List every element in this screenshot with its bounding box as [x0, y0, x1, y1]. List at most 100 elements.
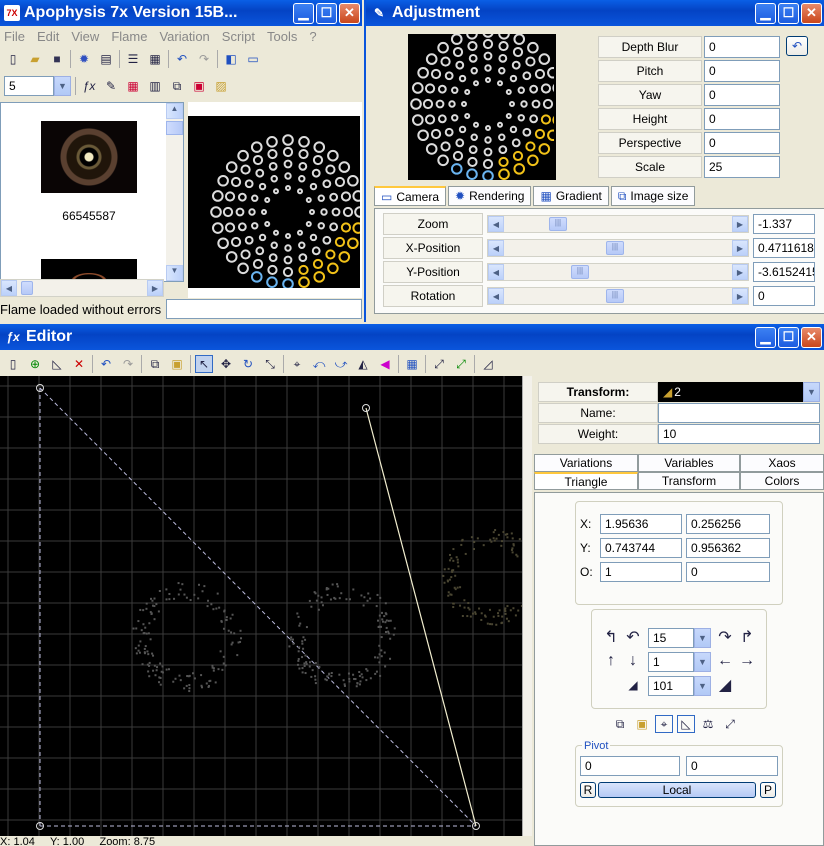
menu-item-4[interactable]: Variation [159, 29, 209, 44]
adj-close-button[interactable]: ✕ [801, 3, 822, 24]
new-transform-icon[interactable]: ▯ [4, 355, 22, 373]
palette-icon[interactable]: ▦ [124, 77, 142, 95]
coord-a-field[interactable]: 1.95636 [600, 514, 682, 534]
duplicate-transform-icon[interactable]: ◺ [48, 355, 66, 373]
paste-icon[interactable]: ▣ [168, 355, 186, 373]
open-folder-icon[interactable]: ▰ [26, 50, 44, 68]
slider-track[interactable]: ◀ ||| ▶ [487, 239, 749, 257]
scale-combo[interactable]: 101 ▼ [648, 676, 711, 696]
tab-colors[interactable]: Colors [740, 472, 824, 490]
slider-track[interactable]: ◀ ||| ▶ [487, 287, 749, 305]
chevron-down-icon[interactable]: ▼ [54, 76, 71, 96]
arrow-right-icon[interactable]: → [738, 652, 756, 670]
arrow-right-icon[interactable]: ▶ [732, 264, 748, 280]
rotate-ccw-icon[interactable]: ↶ [624, 628, 642, 646]
adjust-icon[interactable]: ▥ [146, 77, 164, 95]
menu-item-3[interactable]: Flame [111, 29, 147, 44]
slider-thumb[interactable]: ||| [606, 241, 624, 255]
triangle-ref-icon[interactable]: ◿ [479, 355, 497, 373]
select-arrow-icon[interactable]: ↖ [195, 355, 213, 373]
function-icon[interactable]: ƒx [80, 77, 98, 95]
slider-thumb[interactable]: ||| [606, 289, 624, 303]
arrow-left-icon[interactable]: ← [716, 652, 734, 670]
chevron-down-icon[interactable]: ▼ [694, 652, 711, 672]
arrow-right-icon[interactable]: ▶ [732, 288, 748, 304]
slider-track[interactable]: ◀ ||| ▶ [487, 215, 749, 233]
tab-transform[interactable]: Transform [638, 472, 740, 490]
slider-track[interactable]: ◀ ||| ▶ [487, 263, 749, 281]
script-icon[interactable]: ▣ [190, 77, 208, 95]
transform-combo[interactable]: ◢ 2 ▼ [658, 382, 820, 402]
adj-maximize-button[interactable]: ☐ [778, 3, 799, 24]
reset-camera-icon[interactable]: ↶ [786, 36, 808, 56]
move-value[interactable]: 1 [648, 652, 694, 672]
name-field[interactable] [658, 403, 820, 423]
rotate-ccw-90-icon[interactable]: ↰ [602, 628, 620, 646]
coord-b-field[interactable]: 0.256256 [686, 514, 770, 534]
tab-rendering[interactable]: ✹ Rendering [448, 186, 531, 206]
weight-field[interactable]: 10 [658, 424, 820, 444]
close-button[interactable]: ✕ [339, 3, 360, 24]
tab-variables[interactable]: Variables [638, 454, 740, 472]
scale-up-icon[interactable]: ◢ [716, 676, 734, 694]
arrow-up-icon[interactable]: ↑ [602, 652, 620, 670]
rotate-combo[interactable]: 15 ▼ [648, 628, 711, 648]
adjust-field-input[interactable]: 25 [704, 156, 780, 178]
coord-a-field[interactable]: 1 [600, 562, 682, 582]
arrow-left-icon[interactable]: ◀ [488, 264, 504, 280]
scale-icon[interactable]: ⤡ [261, 355, 279, 373]
editor-canvas-svg[interactable] [0, 376, 522, 836]
scale-value[interactable]: 101 [648, 676, 694, 696]
thumbnail-image-2[interactable] [41, 259, 137, 281]
balance-icon[interactable]: ⚖ [699, 715, 717, 733]
arrow-left-icon[interactable]: ◀ [488, 216, 504, 232]
reset-icon[interactable]: ⌖ [288, 355, 306, 373]
slider-thumb[interactable]: ||| [549, 217, 567, 231]
arrow-left-icon[interactable]: ◀ [488, 288, 504, 304]
slider-thumb[interactable]: ||| [571, 265, 589, 279]
slider-value[interactable]: -3.6152415 [753, 262, 815, 282]
tab-xaos[interactable]: Xaos [740, 454, 824, 472]
menu-item-0[interactable]: File [4, 29, 25, 44]
arrow-down-icon[interactable]: ↓ [624, 652, 642, 670]
coord-a-field[interactable]: 0.743744 [600, 538, 682, 558]
menu-item-7[interactable]: ? [309, 29, 316, 44]
chevron-down-icon[interactable]: ▼ [694, 676, 711, 696]
scale-down-icon[interactable]: ◢ [624, 676, 642, 694]
add-transform-icon[interactable]: ⊕ [26, 355, 44, 373]
pivot-y-field[interactable]: 0 [686, 756, 778, 776]
coord-b-field[interactable]: 0 [686, 562, 770, 582]
triangle-select-icon[interactable]: ◺ [677, 715, 695, 733]
copy-icon[interactable]: ⧉ [146, 355, 164, 373]
fullscreen-icon[interactable]: ◧ [222, 50, 240, 68]
adj-minimize-button[interactable]: ▁ [755, 3, 776, 24]
editor-canvas[interactable] [0, 376, 522, 836]
flip-h-icon[interactable]: ◭ [354, 355, 372, 373]
tab-variations[interactable]: Variations [534, 454, 638, 472]
grid-view-icon[interactable]: ▦ [146, 50, 164, 68]
editor-close-button[interactable]: ✕ [801, 327, 822, 348]
arrow-right-icon[interactable]: ▶ [732, 240, 748, 256]
move-icon[interactable]: ✥ [217, 355, 235, 373]
editor-undo-icon[interactable]: ↶ [97, 355, 115, 373]
editor-canvas-scroll[interactable] [522, 376, 532, 836]
chevron-down-icon[interactable]: ▼ [803, 382, 820, 402]
flip-v-icon[interactable]: ◀ [376, 355, 394, 373]
triangle-edge[interactable] [366, 408, 476, 826]
flame-icon[interactable]: ▤ [97, 50, 115, 68]
undo-icon[interactable]: ↶ [173, 50, 191, 68]
list-view-icon[interactable]: ☰ [124, 50, 142, 68]
post-transform-2-icon[interactable]: ⤢ [452, 355, 470, 373]
window-icon[interactable]: ▭ [244, 50, 262, 68]
paste-triangle-icon[interactable]: ▣ [633, 715, 651, 733]
options-icon[interactable]: ▨ [212, 77, 230, 95]
adjust-field-input[interactable]: 0 [704, 60, 780, 82]
tab-image-size[interactable]: ⧉ Image size [611, 186, 696, 206]
editor-minimize-button[interactable]: ▁ [755, 327, 776, 348]
arrow-right-icon[interactable]: ▶ [732, 216, 748, 232]
post-icon[interactable]: ⤢ [721, 715, 739, 733]
chevron-down-icon[interactable]: ▼ [694, 628, 711, 648]
editor-maximize-button[interactable]: ☐ [778, 327, 799, 348]
menu-item-2[interactable]: View [71, 29, 99, 44]
menu-item-5[interactable]: Script [222, 29, 255, 44]
